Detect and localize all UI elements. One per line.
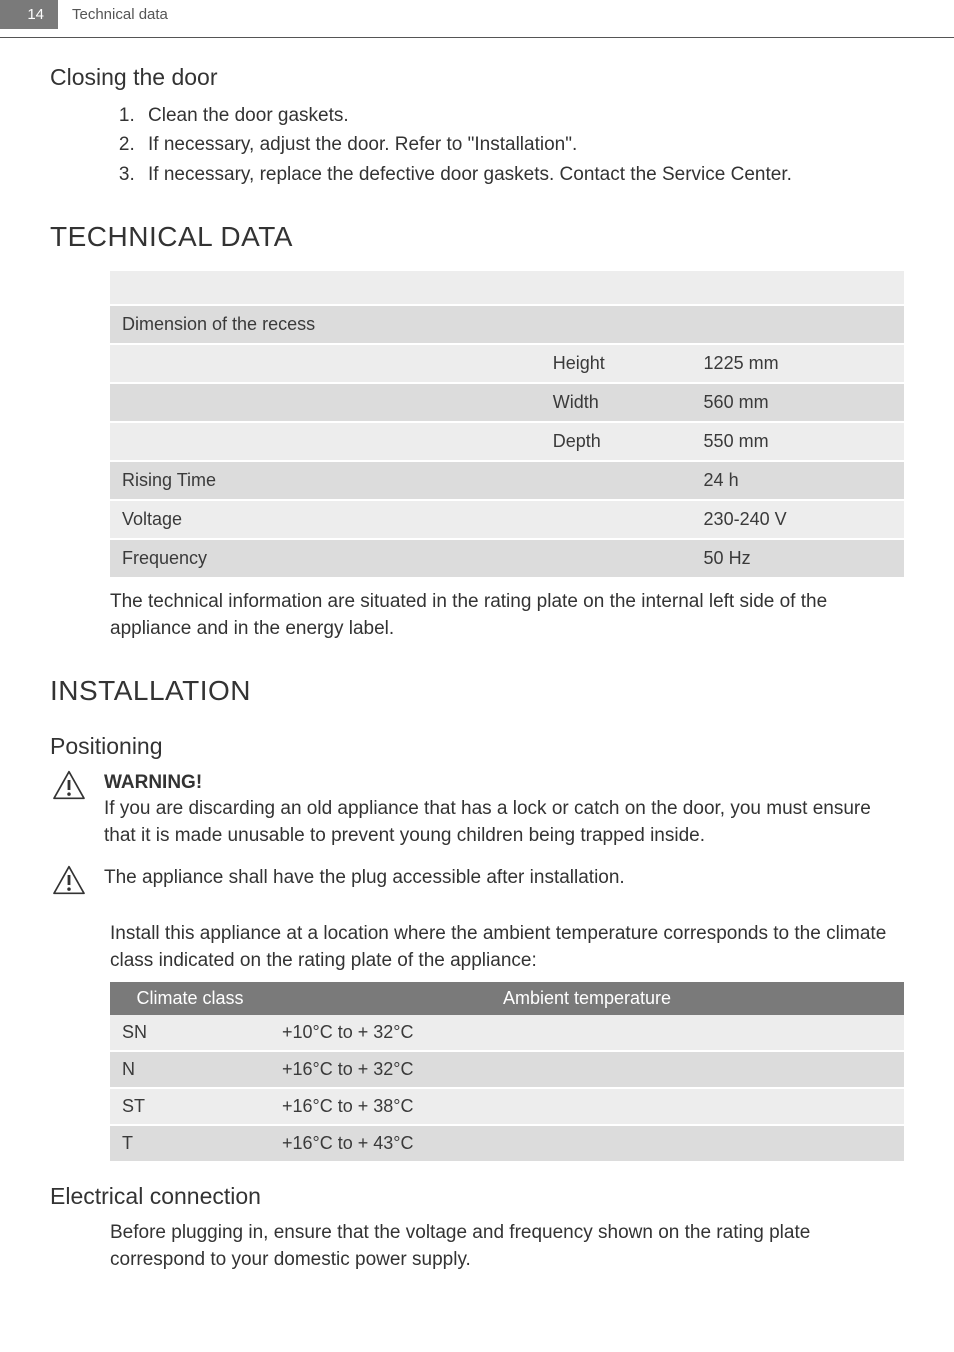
warning-block: WARNING! If you are discarding an old ap…: [50, 770, 904, 850]
cell: 1225 mm: [692, 344, 904, 383]
cell: [541, 461, 692, 500]
cell: [110, 383, 541, 422]
cell: SN: [110, 1015, 270, 1051]
table-header-row: Climate class Ambient temperature: [110, 982, 904, 1015]
running-title: Technical data: [58, 0, 954, 29]
list-item: If necessary, replace the defective door…: [140, 160, 904, 189]
page-number: 14: [0, 0, 58, 29]
technical-data-heading: TECHNICAL DATA: [50, 221, 904, 253]
cell: [541, 539, 692, 578]
table-row: Rising Time 24 h: [110, 461, 904, 500]
cell: +16°C to + 43°C: [270, 1125, 904, 1162]
warning-label: WARNING!: [104, 772, 202, 793]
cell: +16°C to + 38°C: [270, 1088, 904, 1125]
table-row: ST +16°C to + 38°C: [110, 1088, 904, 1125]
cell: Voltage: [110, 500, 541, 539]
cell: T: [110, 1125, 270, 1162]
cell: 550 mm: [692, 422, 904, 461]
table-row: T +16°C to + 43°C: [110, 1125, 904, 1162]
installation-heading: INSTALLATION: [50, 675, 904, 707]
closing-door-heading: Closing the door: [50, 64, 904, 91]
table-row: Depth 550 mm: [110, 422, 904, 461]
warning-content: WARNING! If you are discarding an old ap…: [104, 770, 904, 850]
warning-text: If you are discarding an old appliance t…: [104, 798, 871, 846]
cell: 50 Hz: [692, 539, 904, 578]
cell: Depth: [541, 422, 692, 461]
cell: +10°C to + 32°C: [270, 1015, 904, 1051]
electrical-heading: Electrical connection: [50, 1183, 904, 1210]
table-row: [110, 271, 904, 305]
cell: +16°C to + 32°C: [270, 1051, 904, 1088]
col-header: Ambient temperature: [270, 982, 904, 1015]
cell: Height: [541, 344, 692, 383]
cell: Frequency: [110, 539, 541, 578]
table-row: Frequency 50 Hz: [110, 539, 904, 578]
closing-door-steps: Clean the door gaskets. If necessary, ad…: [140, 101, 904, 189]
table-row: Width 560 mm: [110, 383, 904, 422]
page-header: 14 Technical data: [0, 0, 954, 29]
table-row: N +16°C to + 32°C: [110, 1051, 904, 1088]
climate-table: Climate class Ambient temperature SN +10…: [110, 982, 904, 1163]
cell: [541, 500, 692, 539]
cell: 230-240 V: [692, 500, 904, 539]
cell: Rising Time: [110, 461, 541, 500]
cell: 560 mm: [692, 383, 904, 422]
plug-note: The appliance shall have the plug access…: [104, 865, 904, 892]
cell: [110, 344, 541, 383]
note-block: The appliance shall have the plug access…: [50, 865, 904, 895]
warning-icon: [50, 865, 88, 895]
cell: N: [110, 1051, 270, 1088]
table-row: Height 1225 mm: [110, 344, 904, 383]
header-rule: [0, 37, 954, 38]
cell: [692, 305, 904, 344]
col-header: Climate class: [110, 982, 270, 1015]
technical-data-table: Dimension of the recess Height 1225 mm W…: [110, 271, 904, 579]
cell: 24 h: [692, 461, 904, 500]
list-item: Clean the door gaskets.: [140, 101, 904, 130]
cell: [110, 422, 541, 461]
technical-data-footnote: The technical information are situated i…: [110, 589, 904, 642]
cell: ST: [110, 1088, 270, 1125]
climate-intro: Install this appliance at a location whe…: [110, 921, 904, 974]
positioning-heading: Positioning: [50, 733, 904, 760]
cell: Dimension of the recess: [110, 305, 541, 344]
list-item: If necessary, adjust the door. Refer to …: [140, 130, 904, 159]
table-row: Dimension of the recess: [110, 305, 904, 344]
cell: [541, 305, 692, 344]
warning-icon: [50, 770, 88, 800]
electrical-text: Before plugging in, ensure that the volt…: [110, 1220, 904, 1273]
table-row: SN +10°C to + 32°C: [110, 1015, 904, 1051]
table-row: Voltage 230-240 V: [110, 500, 904, 539]
cell: Width: [541, 383, 692, 422]
